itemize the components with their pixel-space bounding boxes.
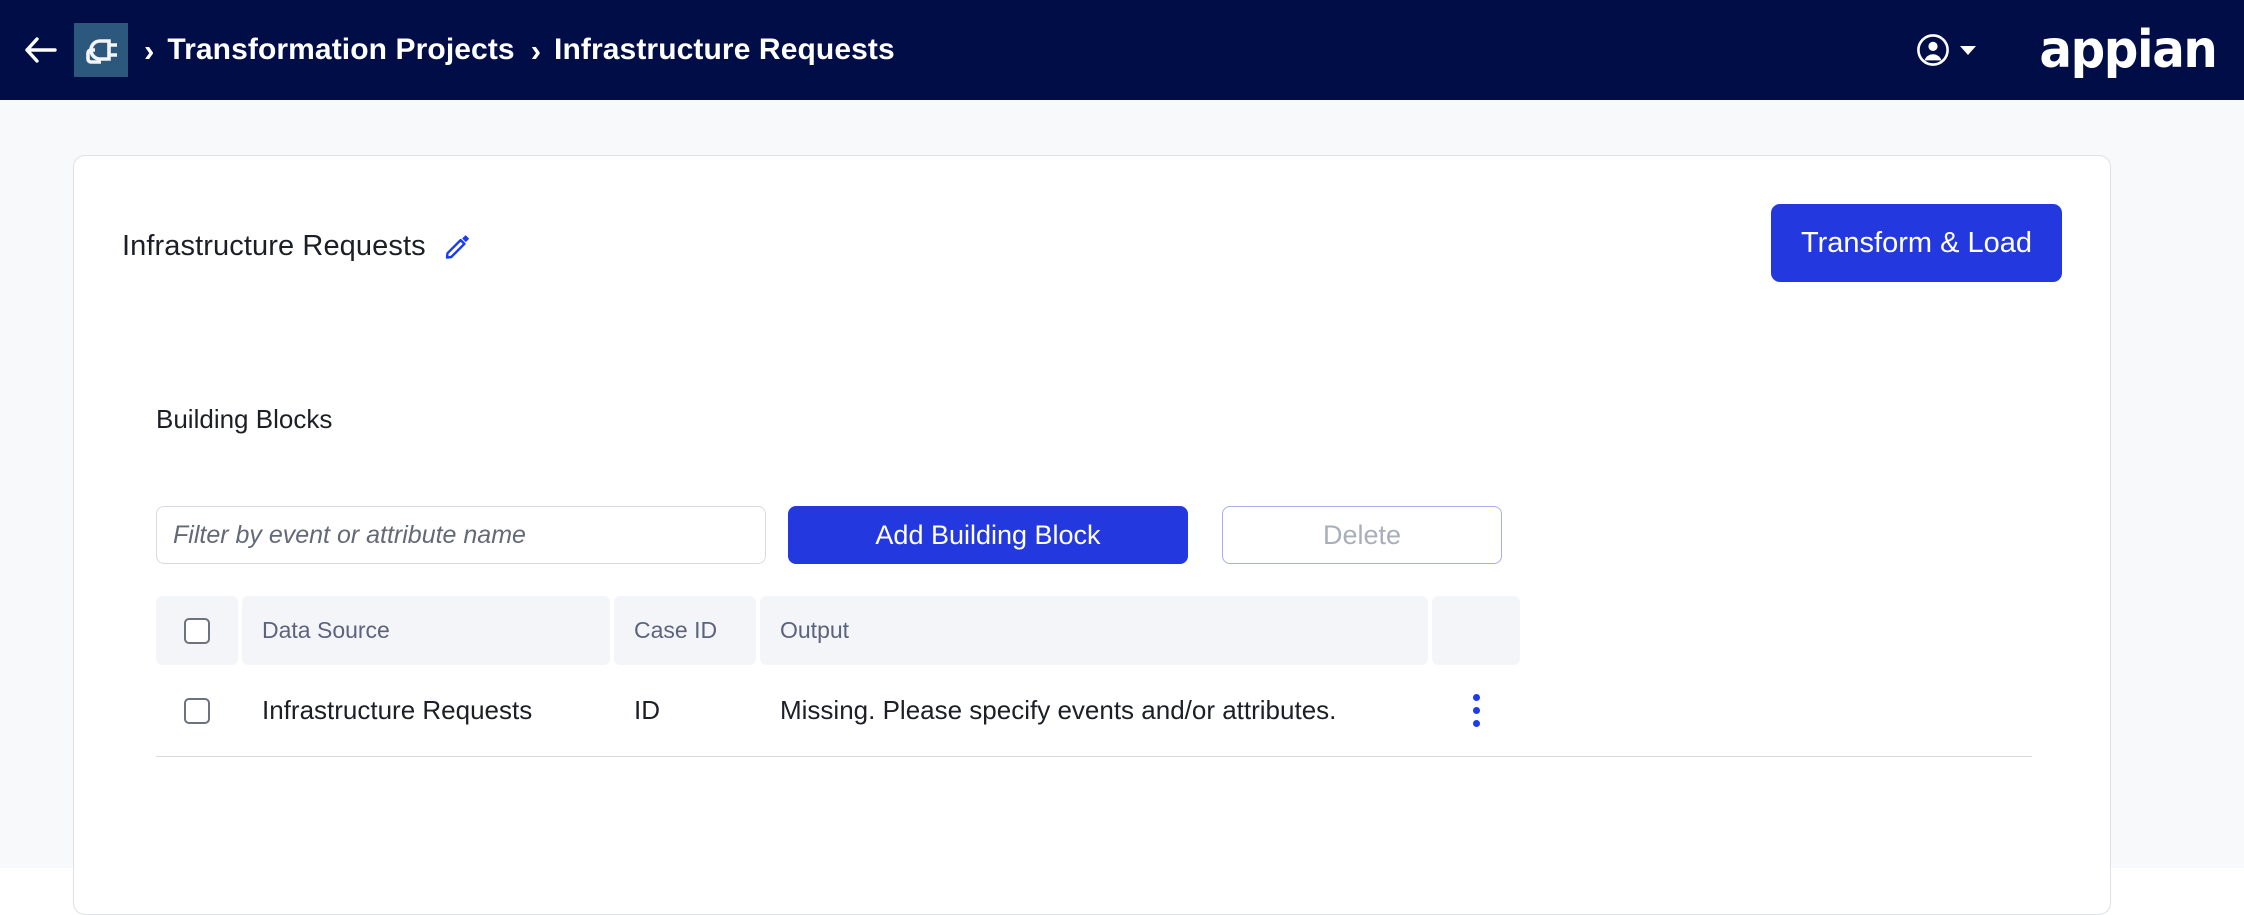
column-header-actions — [1432, 596, 1520, 665]
table-row: Infrastructure Requests ID Missing. Plea… — [156, 665, 2032, 757]
column-header-data-source[interactable]: Data Source — [242, 596, 610, 665]
building-blocks-heading: Building Blocks — [156, 404, 333, 434]
page-scrollbar[interactable] — [2222, 100, 2244, 868]
kebab-menu-icon[interactable] — [1459, 688, 1494, 733]
row-select-cell — [156, 697, 238, 724]
column-header-case-id[interactable]: Case ID — [614, 596, 756, 665]
delete-button[interactable]: Delete — [1222, 506, 1502, 564]
cell-data-source: Infrastructure Requests — [262, 695, 533, 725]
page-canvas: Infrastructure Requests Transform & Load… — [0, 100, 2244, 915]
user-account-icon — [1916, 34, 1949, 66]
select-all-header-cell — [156, 596, 238, 665]
content-card: Infrastructure Requests Transform & Load… — [73, 155, 2111, 915]
table-header-row: Data Source Case ID Output — [156, 596, 2032, 665]
edit-title-button[interactable] — [442, 232, 472, 262]
breadcrumb-separator-1: › — [144, 32, 155, 68]
breadcrumb-item-transformation-projects[interactable]: Transformation Projects — [167, 33, 514, 67]
appian-logo: appian — [2038, 20, 2218, 80]
filter-input[interactable] — [156, 506, 766, 564]
building-blocks-table: Data Source Case ID Output Infrastructur… — [156, 596, 2032, 757]
back-button[interactable] — [18, 27, 64, 73]
title-group: Infrastructure Requests — [122, 204, 472, 263]
top-navigation-bar: › Transformation Projects › Infrastructu… — [0, 0, 2244, 100]
cell-output: Missing. Please specify events and/or at… — [780, 695, 1337, 725]
column-header-output[interactable]: Output — [760, 596, 1428, 665]
page-title: Infrastructure Requests — [122, 230, 426, 262]
account-menu-button[interactable] — [1916, 33, 1976, 67]
cell-case-id: ID — [634, 695, 660, 725]
row-actions-cell — [1432, 688, 1520, 733]
app-home-button[interactable] — [74, 23, 128, 77]
scrollbar-thumb[interactable] — [2222, 100, 2244, 868]
arrow-left-icon — [25, 37, 57, 63]
breadcrumb-separator-2: › — [530, 32, 542, 68]
table-controls: Add Building Block Delete — [156, 506, 2032, 564]
plug-connector-icon — [86, 39, 117, 64]
chevron-down-icon — [1959, 45, 1976, 55]
topbar-right-group: appian — [1916, 20, 2218, 80]
add-building-block-button[interactable]: Add Building Block — [788, 506, 1188, 564]
select-all-checkbox[interactable] — [184, 617, 210, 644]
transform-and-load-button[interactable]: Transform & Load — [1770, 204, 2062, 282]
card-header: Infrastructure Requests Transform & Load — [74, 204, 2110, 282]
breadcrumb-item-infrastructure-requests[interactable]: Infrastructure Requests — [554, 33, 895, 67]
row-select-checkbox[interactable] — [184, 697, 210, 724]
pencil-edit-icon — [445, 234, 469, 259]
